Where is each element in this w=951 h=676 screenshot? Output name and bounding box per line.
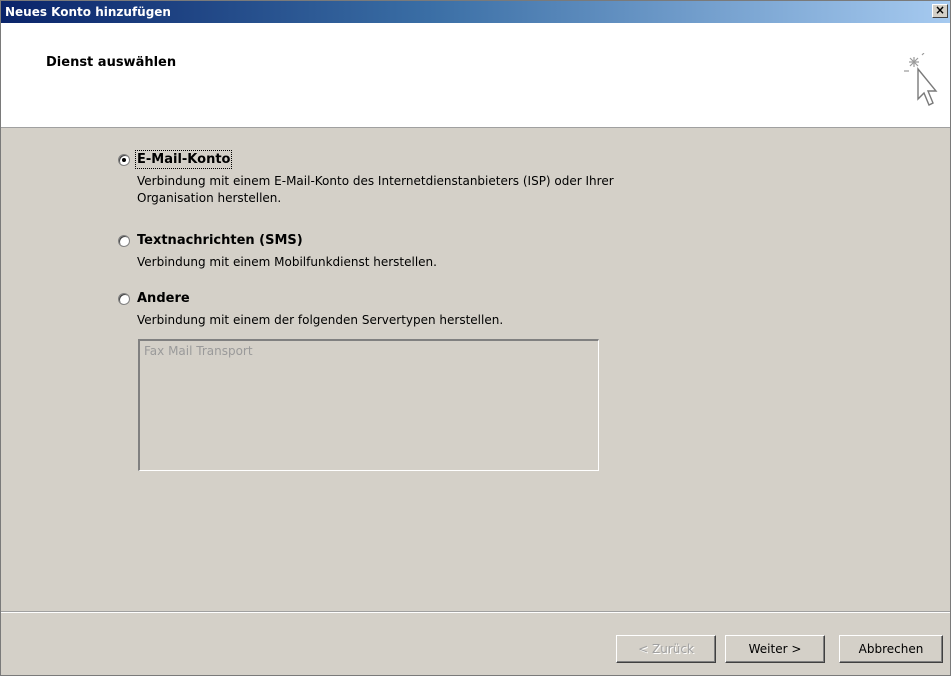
add-account-dialog: Neues Konto hinzufügen × Dienst auswähle… <box>0 0 951 676</box>
radio-email[interactable] <box>118 154 130 166</box>
close-button[interactable]: × <box>932 4 948 18</box>
title-bar[interactable]: Neues Konto hinzufügen × <box>1 1 950 23</box>
next-button[interactable]: Weiter > <box>725 635 825 663</box>
page-title: Dienst auswählen <box>46 55 177 70</box>
radio-sms[interactable] <box>118 235 130 247</box>
option-email-label[interactable]: E-Mail-Konto <box>134 150 233 169</box>
server-type-list[interactable]: Fax Mail Transport <box>138 339 599 471</box>
option-sms-label[interactable]: Textnachrichten (SMS) <box>137 233 303 248</box>
option-sms-description-line: Verbindung mit einem Mobilfunkdienst her… <box>137 255 437 269</box>
wizard-body: E-Mail-Konto Verbindung mit einem E-Mail… <box>1 128 950 608</box>
radio-other[interactable] <box>118 293 130 305</box>
back-button[interactable]: < Zurück <box>616 635 716 663</box>
option-other-description-line: Verbindung mit einem der folgenden Serve… <box>137 313 504 327</box>
footer-divider <box>1 611 950 613</box>
list-item: Fax Mail Transport <box>144 344 253 358</box>
option-email-description-line: Organisation herstellen. <box>137 191 282 205</box>
option-other-description: Verbindung mit einem der folgenden Serve… <box>137 312 503 329</box>
cancel-button[interactable]: Abbrechen <box>839 635 943 663</box>
close-icon: × <box>934 3 946 17</box>
option-email-description: Verbindung mit einem E-Mail-Konto des In… <box>137 173 614 207</box>
option-other-label[interactable]: Andere <box>137 291 190 306</box>
wizard-header: Dienst auswählen <box>1 23 950 128</box>
option-sms-description: Verbindung mit einem Mobilfunkdienst her… <box>137 254 437 271</box>
wizard-sparkle-cursor-icon <box>904 53 938 106</box>
window-title: Neues Konto hinzufügen <box>5 5 171 19</box>
option-email-description-line: Verbindung mit einem E-Mail-Konto des In… <box>137 174 614 188</box>
